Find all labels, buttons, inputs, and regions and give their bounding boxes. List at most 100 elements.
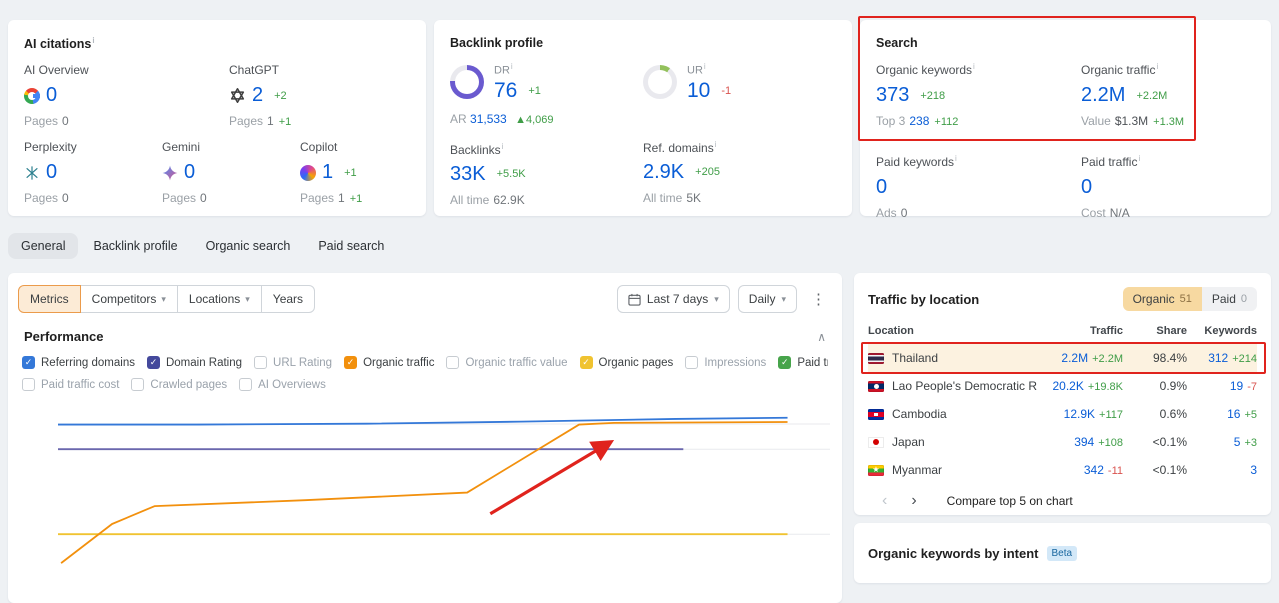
checkbox[interactable]: ✓	[22, 356, 35, 369]
sub-change: +112	[934, 116, 959, 128]
location-row-lao-people-s-democratic-reput[interactable]: Lao People's Democratic Reput 20.2K+19.8K…	[868, 372, 1257, 400]
compare-top5-link[interactable]: Compare top 5 on chart	[947, 494, 1073, 508]
share-value: 0.6%	[1159, 407, 1187, 421]
ai-citations-card: AI citationsi AI Overview 0 Pages 0 ChatG…	[8, 20, 426, 216]
pages-value: 0	[62, 114, 69, 129]
column-header-share[interactable]: Share	[1123, 325, 1187, 337]
legend-item-domain-rating[interactable]: ✓ Domain Rating	[146, 356, 242, 369]
th-flag-icon	[868, 352, 884, 364]
keywords-value[interactable]: 312	[1208, 351, 1228, 365]
ref-domains-value: 2.9K	[643, 160, 685, 183]
gemini-icon	[162, 165, 178, 180]
prev-page-button[interactable]: ‹	[870, 493, 899, 509]
info-icon: i	[92, 36, 95, 45]
legend-item-organic-pages[interactable]: ✓ Organic pages	[579, 356, 674, 369]
toggle-paid[interactable]: Paid 0	[1201, 287, 1257, 311]
series-line-referring-domains	[58, 416, 788, 426]
keywords-value[interactable]: 5	[1234, 435, 1241, 449]
change-badge: +2.2M	[1092, 353, 1123, 365]
competitors-button[interactable]: Competitors ▾	[79, 285, 178, 313]
checkbox[interactable]: ✓	[344, 356, 358, 369]
location-row-cambodia[interactable]: Cambodia 12.9K +117 0.6% 16 +5	[868, 400, 1257, 428]
paid-traffic-metric: Paid traffici 0 Cost N/A	[1081, 154, 1141, 220]
location-row-myanmar[interactable]: Myanmar 342-11 <0.1% 3	[868, 456, 1257, 484]
metrics-button[interactable]: Metrics	[18, 285, 81, 313]
tab-general[interactable]: General	[8, 233, 79, 259]
info-icon: i	[1138, 154, 1141, 163]
pages-label: Pages	[24, 191, 59, 206]
sub-label: Value	[1081, 114, 1111, 128]
paid-traffic-value: 0	[1081, 176, 1093, 198]
checkbox[interactable]	[239, 378, 253, 391]
checkbox[interactable]: ✓	[778, 356, 792, 369]
tab-backlink-profile[interactable]: Backlink profile	[80, 233, 190, 259]
column-header-location[interactable]: Location	[868, 325, 1037, 337]
sub-value: 238	[909, 114, 930, 128]
ref-domains-label: Ref. domainsi	[643, 139, 717, 155]
tab-organic-search[interactable]: Organic search	[193, 233, 304, 259]
date-range-button[interactable]: Last 7 days ▾	[616, 285, 730, 313]
legend-item-paid-traffic-cost[interactable]: Paid traffic cost	[22, 378, 119, 391]
toggle-organic[interactable]: Organic 51	[1122, 287, 1202, 311]
legend-item-organic-traffic[interactable]: ✓ Organic traffic	[344, 356, 434, 369]
keywords-value[interactable]: 19	[1230, 379, 1243, 393]
legend-label: Organic traffic	[363, 356, 435, 369]
checkbox[interactable]: ✓	[579, 356, 593, 369]
legend-item-impressions[interactable]: Impressions	[685, 356, 766, 369]
legend-label: Organic pages	[598, 356, 674, 369]
ai-item-label: Perplexity	[24, 140, 77, 155]
checkbox[interactable]: ✓	[146, 356, 160, 369]
pages-value: 0	[62, 191, 69, 206]
dr-label: DRi	[494, 62, 513, 77]
location-row-japan[interactable]: Japan 394 +108 <0.1% 5 +3	[868, 428, 1257, 456]
legend-item-url-rating[interactable]: URL Rating	[254, 356, 332, 369]
checkbox[interactable]	[446, 356, 460, 369]
backlinks-label: Backlinksi	[450, 141, 504, 157]
organic-keywords-by-intent-card: Organic keywords by intent Beta	[854, 523, 1271, 583]
years-button[interactable]: Years	[260, 285, 316, 313]
legend-item-referring-domains[interactable]: ✓ Referring domains	[22, 356, 135, 369]
keywords-value[interactable]: 16	[1227, 407, 1240, 421]
change-badge: +108	[1098, 437, 1123, 449]
checkbox[interactable]	[254, 356, 268, 369]
legend-item-ai-overviews[interactable]: AI Overviews	[239, 378, 326, 391]
change-badge: -11	[1107, 465, 1123, 477]
ahrefs-rank-line: AR 31,533 ▲4,069	[450, 111, 554, 126]
keywords-value[interactable]: 3	[1250, 463, 1257, 477]
checkbox[interactable]	[131, 378, 145, 391]
info-icon: i	[510, 62, 513, 71]
change-badge: +3	[1244, 437, 1257, 449]
checkbox[interactable]	[685, 356, 699, 369]
organic-count-badge: 51	[1179, 293, 1192, 305]
column-header-keywords[interactable]: Keywords	[1187, 325, 1257, 337]
change-badge: +5	[1244, 409, 1257, 421]
tab-paid-search[interactable]: Paid search	[305, 233, 397, 259]
legend-label: Paid traffic	[797, 356, 828, 369]
organic-paid-toggle: Organic 51 Paid 0	[1122, 287, 1257, 311]
perplexity-icon	[26, 165, 38, 180]
location-row-thailand[interactable]: Thailand 2.2M +2.2M 98.4% 312 +214	[861, 342, 1266, 374]
dr-value: 76	[494, 78, 518, 102]
legend-item-crawled-pages[interactable]: Crawled pages	[131, 378, 227, 391]
share-value: <0.1%	[1152, 463, 1187, 477]
backlink-profile-title: Backlink profile	[450, 36, 544, 50]
column-header-traffic[interactable]: Traffic	[1037, 325, 1123, 337]
locations-button[interactable]: Locations ▾	[176, 285, 262, 313]
change-badge: +117	[1099, 409, 1123, 421]
collapse-section-button[interactable]: ∧	[817, 330, 826, 344]
more-options-button[interactable]: ⋮	[805, 288, 832, 310]
pages-value: 1	[267, 114, 274, 129]
chevron-down-icon: ▾	[714, 293, 719, 304]
next-page-button[interactable]: ›	[899, 493, 928, 509]
beta-badge: Beta	[1046, 545, 1078, 561]
ai-item-label: AI Overview	[24, 63, 89, 78]
checkbox[interactable]	[22, 378, 35, 391]
organic-keywords-value: 373	[876, 84, 910, 106]
legend-item-paid-traffic[interactable]: ✓ Paid traffic	[778, 356, 828, 369]
legend-item-organic-traffic-value[interactable]: Organic traffic value	[446, 356, 568, 369]
granularity-button[interactable]: Daily ▾	[737, 285, 797, 313]
pages-label: Pages	[24, 114, 59, 129]
search-title: Search	[876, 36, 918, 50]
mm-flag-icon	[868, 464, 884, 476]
alltime-value: 5K	[686, 190, 702, 205]
